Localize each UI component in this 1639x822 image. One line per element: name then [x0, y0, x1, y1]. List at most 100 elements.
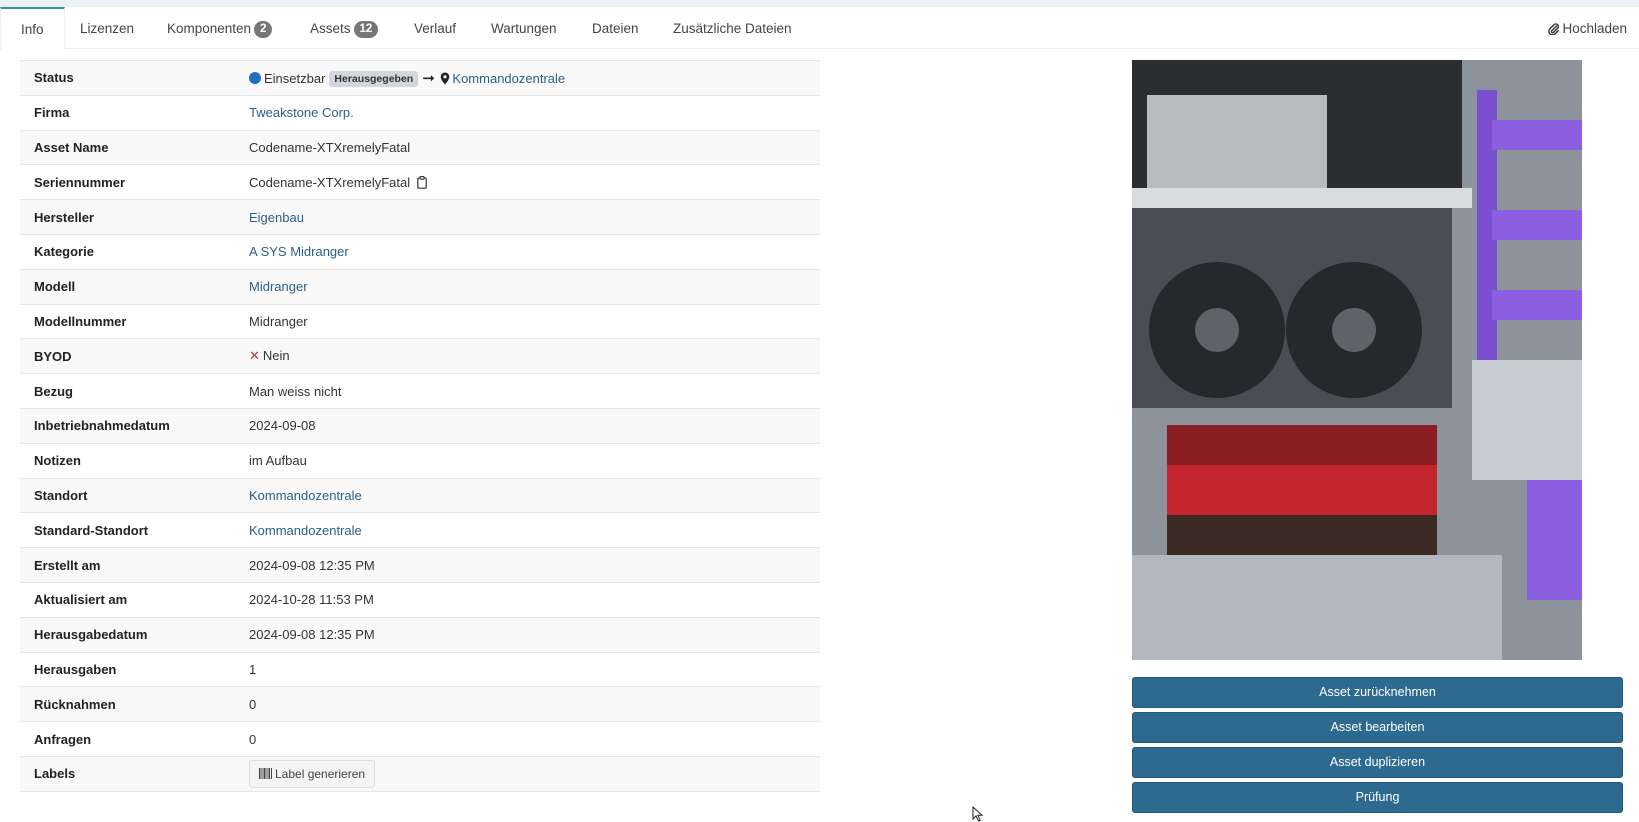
- table-row: Status Einsetzbar Herausgegeben ➞ Kommando…: [20, 60, 820, 96]
- tab-lizenzen[interactable]: Lizenzen: [80, 7, 134, 49]
- audit-button[interactable]: Prüfung: [1132, 782, 1623, 813]
- edit-asset-button[interactable]: Asset bearbeiten: [1132, 712, 1623, 743]
- table-row: Asset Name Codename-XTXremelyFatal: [20, 129, 820, 165]
- status-badge: Herausgegeben: [329, 70, 419, 87]
- tab-label: Dateien: [592, 21, 639, 36]
- tab-zusaetzliche-dateien[interactable]: Zusätzliche Dateien: [673, 7, 792, 49]
- table-row: Aktualisiert am 2024-10-28 11:53 PM: [20, 581, 820, 618]
- table-row: Modellnummer Midranger: [20, 303, 820, 339]
- tab-label: Info: [21, 22, 44, 37]
- table-row: Bezug Man weiss nicht: [20, 373, 820, 409]
- table-row: Labels Label generieren: [20, 755, 820, 792]
- tab-assets[interactable]: Assets 12: [310, 7, 379, 49]
- upload-button[interactable]: Hochladen: [1548, 7, 1627, 49]
- category-link[interactable]: A SYS Midranger: [249, 244, 349, 259]
- field-label: Asset Name: [20, 129, 235, 165]
- table-row: Hersteller Eigenbau: [20, 199, 820, 235]
- count-badge: 2: [254, 21, 273, 38]
- generate-label-text: Label generieren: [275, 766, 366, 781]
- field-label: Modell: [20, 268, 235, 305]
- duplicate-asset-button[interactable]: Asset duplizieren: [1132, 747, 1623, 778]
- table-row: Standort Kommandozentrale: [20, 477, 820, 513]
- table-row: BYOD ✕ Nein: [20, 338, 820, 374]
- field-value: 2024-09-08 12:35 PM: [235, 616, 820, 653]
- field-value: 0: [235, 686, 820, 722]
- field-label: Standard-Standort: [20, 512, 235, 548]
- table-row: Modell Midranger: [20, 268, 820, 305]
- table-row: Inbetriebnahmedatum 2024-09-08: [20, 407, 820, 444]
- tab-info[interactable]: Info: [0, 7, 65, 50]
- field-value: 1: [235, 651, 820, 687]
- arrow-right-icon: ➞: [422, 69, 435, 87]
- field-label: BYOD: [20, 338, 235, 374]
- table-row: Seriennummer Codename-XTXremelyFatal: [20, 164, 820, 200]
- tab-label: Assets: [310, 21, 351, 36]
- table-row: Kategorie A SYS Midranger: [20, 233, 820, 270]
- location-link[interactable]: Kommandozentrale: [452, 71, 565, 86]
- pc-case-interior-image: [1132, 60, 1582, 660]
- top-bar: [0, 0, 1639, 7]
- model-link[interactable]: Midranger: [249, 279, 308, 294]
- table-row: Firma Tweakstone Corp.: [20, 94, 820, 131]
- barcode-icon: [259, 767, 272, 779]
- map-marker-icon: [441, 72, 450, 85]
- field-value: im Aufbau: [235, 442, 820, 479]
- table-row: Anfragen 0: [20, 721, 820, 757]
- field-label: Notizen: [20, 442, 235, 479]
- tab-wartungen[interactable]: Wartungen: [491, 7, 557, 49]
- paperclip-icon: [1548, 23, 1560, 36]
- generate-label-button[interactable]: Label generieren: [249, 759, 376, 788]
- field-label: Standort: [20, 477, 235, 513]
- tab-komponenten[interactable]: Komponenten 2: [167, 7, 273, 49]
- status-value: Einsetzbar: [264, 70, 326, 86]
- asset-info-table: Status Einsetzbar Herausgegeben ➞ Kommando…: [20, 60, 820, 792]
- tab-label: Wartungen: [491, 21, 557, 36]
- byod-value: Nein: [262, 348, 290, 364]
- company-link[interactable]: Tweakstone Corp.: [249, 105, 354, 120]
- field-label: Anfragen: [20, 721, 235, 757]
- count-badge: 12: [353, 21, 379, 38]
- manufacturer-link[interactable]: Eigenbau: [249, 210, 304, 225]
- field-label: Aktualisiert am: [20, 581, 235, 618]
- tab-bar: Info Lizenzen Komponenten 2 Assets 12 Verl…: [0, 7, 1639, 50]
- upload-label: Hochladen: [1562, 21, 1627, 36]
- field-label: Kategorie: [20, 233, 235, 270]
- table-row: Herausgaben 1: [20, 651, 820, 687]
- checkin-asset-button[interactable]: Asset zurücknehmen: [1132, 677, 1623, 708]
- table-row: Standard-Standort Kommandozentrale: [20, 512, 820, 548]
- field-label: Herausgaben: [20, 651, 235, 687]
- status-dot-icon: [249, 71, 261, 84]
- field-value: Midranger: [235, 303, 820, 339]
- field-label: Firma: [20, 94, 235, 131]
- field-label: Rücknahmen: [20, 686, 235, 722]
- field-value: 2024-09-08 12:35 PM: [235, 547, 820, 583]
- location-link[interactable]: Kommandozentrale: [249, 488, 362, 503]
- tab-label: Lizenzen: [80, 21, 135, 36]
- tab-label: Verlauf: [414, 21, 457, 36]
- table-row: Herausgabedatum 2024-09-08 12:35 PM: [20, 616, 820, 653]
- field-label: Hersteller: [20, 199, 235, 235]
- field-label: Labels: [20, 755, 235, 792]
- asset-photo: [1132, 60, 1582, 660]
- x-mark-icon: ✕: [249, 348, 260, 364]
- field-label: Herausgabedatum: [20, 616, 235, 653]
- tab-label: Komponenten: [167, 21, 252, 36]
- tab-label: Zusätzliche Dateien: [673, 21, 792, 36]
- table-row: Notizen im Aufbau: [20, 442, 820, 479]
- field-value: Man weiss nicht: [235, 373, 820, 409]
- status-cell: Einsetzbar Herausgegeben ➞ Kommandozentral…: [235, 60, 820, 96]
- tab-verlauf[interactable]: Verlauf: [414, 7, 456, 49]
- field-value: 2024-09-08: [235, 407, 820, 444]
- field-label: Inbetriebnahmedatum: [20, 407, 235, 444]
- default-location-link[interactable]: Kommandozentrale: [249, 523, 362, 538]
- serial-value: Codename-XTXremelyFatal: [249, 174, 411, 190]
- field-label: Bezug: [20, 373, 235, 409]
- clipboard-icon[interactable]: [416, 175, 427, 189]
- field-label: Seriennummer: [20, 164, 235, 200]
- table-row: Erstellt am 2024-09-08 12:35 PM: [20, 547, 820, 583]
- field-label: Erstellt am: [20, 547, 235, 583]
- table-row: Rücknahmen 0: [20, 686, 820, 722]
- field-value: Codename-XTXremelyFatal: [235, 129, 820, 165]
- field-value: 2024-10-28 11:53 PM: [235, 581, 820, 618]
- tab-dateien[interactable]: Dateien: [592, 7, 639, 49]
